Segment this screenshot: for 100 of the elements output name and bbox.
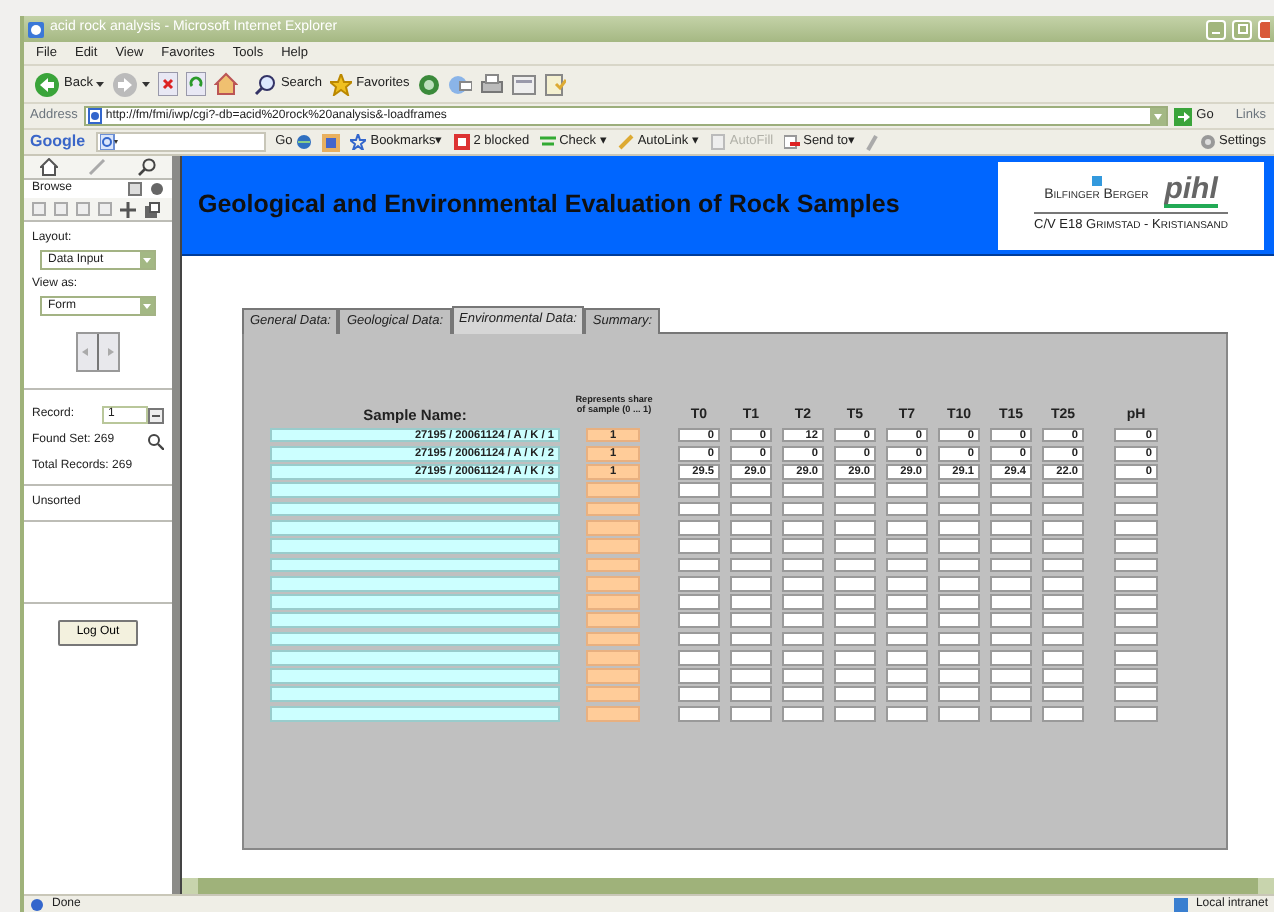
value-field[interactable] (990, 705, 1032, 722)
sample-name-field[interactable] (270, 612, 560, 629)
value-field[interactable] (730, 519, 772, 536)
new-record-icon[interactable] (144, 201, 160, 217)
value-field[interactable] (886, 649, 928, 666)
value-field[interactable] (730, 501, 772, 517)
home-icon[interactable] (214, 72, 239, 96)
value-field[interactable] (886, 631, 928, 647)
ph-field[interactable] (1114, 557, 1158, 573)
ph-field[interactable] (1114, 631, 1158, 647)
value-field[interactable] (834, 594, 876, 610)
value-field[interactable] (678, 594, 720, 610)
value-field[interactable] (782, 594, 824, 610)
value-field[interactable] (834, 482, 876, 499)
share-field[interactable] (586, 631, 640, 647)
value-field[interactable] (1042, 501, 1084, 517)
value-field[interactable] (782, 649, 824, 666)
value-field[interactable] (1042, 705, 1084, 722)
ph-field[interactable] (1114, 612, 1158, 629)
value-field[interactable] (938, 575, 980, 592)
find-icon[interactable] (148, 433, 164, 449)
value-field[interactable] (730, 594, 772, 610)
share-field[interactable] (586, 575, 640, 592)
share-field[interactable] (586, 612, 640, 629)
value-field[interactable] (782, 612, 824, 629)
value-field[interactable] (886, 538, 928, 555)
value-field[interactable] (1042, 538, 1084, 555)
value-field[interactable] (886, 594, 928, 610)
value-field[interactable] (886, 686, 928, 703)
value-field[interactable] (886, 557, 928, 573)
ph-field[interactable] (1114, 575, 1158, 592)
value-field[interactable] (1042, 594, 1084, 610)
ph-field[interactable] (1114, 649, 1158, 666)
value-field[interactable] (834, 557, 876, 573)
value-field[interactable] (782, 482, 824, 499)
ph-field[interactable] (1114, 686, 1158, 703)
value-field[interactable] (990, 519, 1032, 536)
ph-field[interactable] (1114, 519, 1158, 536)
value-field[interactable] (990, 575, 1032, 592)
value-field[interactable] (834, 705, 876, 722)
value-field[interactable] (990, 612, 1032, 629)
value-field[interactable] (938, 631, 980, 647)
value-field[interactable] (678, 668, 720, 684)
value-field[interactable] (782, 705, 824, 722)
value-field[interactable] (834, 631, 876, 647)
share-field[interactable] (586, 482, 640, 499)
ph-field[interactable] (1114, 705, 1158, 722)
value-field[interactable] (730, 575, 772, 592)
value-field[interactable] (834, 501, 876, 517)
value-field[interactable] (730, 649, 772, 666)
value-field[interactable] (886, 519, 928, 536)
value-field[interactable] (1042, 612, 1084, 629)
value-field[interactable] (1042, 482, 1084, 499)
value-field[interactable] (1042, 519, 1084, 536)
value-field[interactable] (834, 668, 876, 684)
go-record-icon[interactable] (148, 407, 164, 423)
value-field[interactable] (730, 612, 772, 629)
value-field[interactable] (782, 519, 824, 536)
value-field[interactable] (678, 482, 720, 499)
ph-field[interactable] (1114, 482, 1158, 499)
value-field[interactable] (678, 557, 720, 573)
ph-field[interactable] (1114, 594, 1158, 610)
value-field[interactable] (834, 612, 876, 629)
value-field[interactable] (782, 631, 824, 647)
value-field[interactable] (938, 668, 980, 684)
book-icon[interactable] (76, 332, 120, 372)
print-icon[interactable] (479, 73, 504, 95)
value-field[interactable] (938, 594, 980, 610)
value-field[interactable] (990, 594, 1032, 610)
ph-field[interactable] (1114, 538, 1158, 555)
sample-name-field[interactable] (270, 482, 560, 499)
value-field[interactable] (730, 631, 772, 647)
horizontal-scrollbar[interactable] (180, 878, 1274, 894)
share-field[interactable] (586, 705, 640, 722)
value-field[interactable] (1042, 686, 1084, 703)
value-field[interactable] (886, 705, 928, 722)
sample-name-field[interactable] (270, 649, 560, 666)
value-field[interactable] (678, 501, 720, 517)
value-field[interactable] (990, 649, 1032, 666)
value-field[interactable] (1042, 575, 1084, 592)
sample-name-field[interactable] (270, 557, 560, 573)
value-field[interactable] (834, 538, 876, 555)
value-field[interactable] (678, 519, 720, 536)
maximize-button[interactable] (1232, 19, 1252, 39)
value-field[interactable] (834, 575, 876, 592)
home-icon[interactable] (39, 158, 58, 176)
ph-field[interactable] (1114, 668, 1158, 684)
value-field[interactable] (834, 519, 876, 536)
value-field[interactable] (678, 538, 720, 555)
value-field[interactable] (678, 575, 720, 592)
value-field[interactable] (1042, 668, 1084, 684)
google-search-field[interactable] (95, 132, 266, 152)
share-field[interactable] (586, 668, 640, 684)
share-field[interactable] (586, 557, 640, 573)
value-field[interactable] (730, 705, 772, 722)
sample-name-field[interactable] (270, 575, 560, 592)
stop-icon[interactable] (158, 72, 179, 96)
value-field[interactable] (990, 668, 1032, 684)
forward-button[interactable] (112, 71, 151, 97)
value-field[interactable] (938, 557, 980, 573)
